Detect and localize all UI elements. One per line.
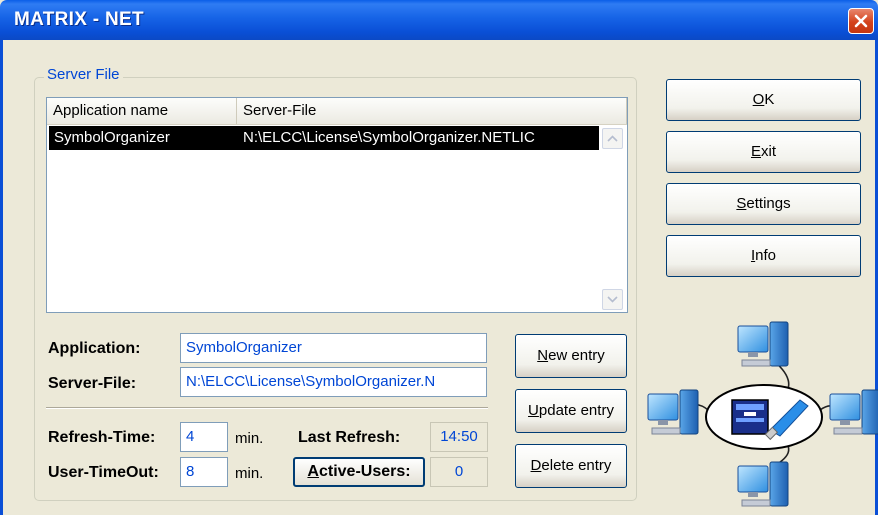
delete-entry-label: elete entry <box>541 457 612 474</box>
server-file-input[interactable]: N:\ELCC\License\SymbolOrganizer.N <box>180 367 487 397</box>
refresh-time-unit: min. <box>235 430 264 447</box>
close-icon <box>854 14 868 28</box>
update-entry-label: pdate entry <box>538 402 614 419</box>
active-users-button[interactable]: Active-Users: <box>293 457 425 487</box>
chevron-down-icon <box>607 296 618 303</box>
new-entry-button[interactable]: New entry <box>515 334 627 378</box>
settings-label: ettings <box>746 195 791 212</box>
computer-icon <box>737 461 789 507</box>
ok-label: K <box>764 91 775 108</box>
settings-button[interactable]: Settings <box>666 183 861 225</box>
new-entry-mnemonic: N <box>537 347 549 364</box>
refresh-time-input[interactable]: 4 <box>180 422 228 452</box>
info-label: nfo <box>755 247 777 264</box>
computer-icon <box>647 389 699 435</box>
ok-button[interactable]: OK <box>666 79 861 121</box>
delete-entry-button[interactable]: Delete entry <box>515 444 627 488</box>
column-header-application[interactable]: Application name <box>47 98 237 124</box>
application-input[interactable]: SymbolOrganizer <box>180 333 487 363</box>
network-diagram-icon <box>647 321 878 507</box>
user-timeout-label: User-TimeOut: <box>48 464 159 481</box>
exit-button[interactable]: Exit <box>666 131 861 173</box>
scroll-up-button[interactable] <box>602 128 623 149</box>
info-button[interactable]: Info <box>666 235 861 277</box>
active-users-value: 0 <box>430 457 488 487</box>
exit-label: xit <box>761 143 776 160</box>
scroll-down-button[interactable] <box>602 289 623 310</box>
last-refresh-label: Last Refresh: <box>298 429 401 446</box>
delete-entry-mnemonic: D <box>530 457 542 474</box>
list-header: Application name Server-File <box>47 98 627 125</box>
group-legend: Server File <box>44 66 123 83</box>
user-timeout-input[interactable]: 8 <box>180 457 228 487</box>
settings-mnemonic: S <box>736 195 747 212</box>
vertical-scrollbar[interactable] <box>602 128 623 310</box>
close-button[interactable] <box>848 8 874 34</box>
computer-icon <box>829 389 878 435</box>
exit-mnemonic: E <box>750 143 761 160</box>
last-refresh-value: 14:50 <box>430 422 488 452</box>
update-entry-button[interactable]: Update entry <box>515 389 627 433</box>
user-timeout-unit: min. <box>235 465 264 482</box>
chevron-up-icon <box>607 135 618 142</box>
active-users-label: ctive-Users: <box>318 463 411 480</box>
new-entry-label: ew entry <box>548 347 605 364</box>
active-users-mnemonic: A <box>307 463 319 480</box>
window-title: MATRIX - NET <box>14 9 144 30</box>
list-cell-server-file: N:\ELCC\License\SymbolOrganizer.NETLIC <box>243 129 535 146</box>
server-file-list[interactable]: Application name Server-File SymbolOrgan… <box>46 97 628 313</box>
list-row[interactable]: SymbolOrganizer N:\ELCC\License\SymbolOr… <box>49 126 599 150</box>
application-label: Application: <box>48 340 141 357</box>
separator <box>46 407 488 409</box>
update-entry-mnemonic: U <box>528 402 539 419</box>
ok-mnemonic: O <box>752 91 765 108</box>
column-header-server-file[interactable]: Server-File <box>237 98 627 124</box>
refresh-time-label: Refresh-Time: <box>48 429 156 446</box>
server-file-label: Server-File: <box>48 375 137 392</box>
computer-icon <box>737 321 789 367</box>
list-cell-application: SymbolOrganizer <box>54 129 170 146</box>
title-bar[interactable]: MATRIX - NET <box>0 0 878 40</box>
